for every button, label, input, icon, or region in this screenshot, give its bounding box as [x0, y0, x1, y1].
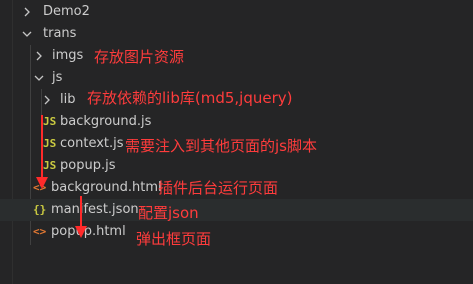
- js-file-icon: JS: [43, 137, 57, 150]
- tree-item-manifest-json[interactable]: {} manifest.json: [0, 199, 473, 221]
- tree-item-label: js: [52, 70, 63, 85]
- chevron-right-icon: [22, 1, 36, 17]
- tree-item-popup-js[interactable]: JS popup.js: [0, 155, 473, 177]
- json-file-icon: {}: [33, 203, 47, 216]
- tree-item-demo2[interactable]: Demo2: [0, 1, 473, 23]
- tree-item-js[interactable]: js: [0, 67, 473, 89]
- annotation-popup: 弹出框页面: [136, 230, 212, 248]
- tree-item-label: lib: [60, 92, 76, 107]
- tree-item-label: Demo2: [43, 4, 90, 19]
- file-explorer: Demo2 trans imgs js lib JS background.js…: [0, 0, 473, 284]
- tree-item-label: manifest.json: [51, 202, 139, 217]
- annotation-manifest: 配置json: [138, 204, 199, 222]
- tree-item-label: imgs: [52, 48, 84, 63]
- html-file-icon: <>: [33, 181, 47, 194]
- tree-item-imgs[interactable]: imgs: [0, 45, 473, 67]
- tree-item-background-js[interactable]: JS background.js: [0, 111, 473, 133]
- tree-item-label: popup.js: [60, 158, 116, 173]
- tree-item-label: background.js: [60, 114, 152, 129]
- chevron-down-icon: [22, 23, 36, 39]
- tree-item-label: trans: [43, 26, 77, 41]
- tree-item-label: context.js: [60, 136, 124, 151]
- tree-item-popup-html[interactable]: <> popup.html: [0, 221, 473, 243]
- js-file-icon: JS: [43, 159, 57, 172]
- chevron-down-icon: [34, 67, 48, 83]
- tree-item-label: popup.html: [51, 224, 126, 239]
- chevron-right-icon: [34, 45, 48, 61]
- annotation-lib: 存放依赖的lib库(md5,jquery): [87, 89, 293, 107]
- js-file-icon: JS: [43, 115, 57, 128]
- tree-item-label: background.html: [51, 180, 162, 195]
- tree-item-trans[interactable]: trans: [0, 23, 473, 45]
- html-file-icon: <>: [33, 225, 47, 238]
- annotation-background: 插件后台运行页面: [158, 179, 279, 197]
- annotation-scripts: 需要注入到其他页面的js脚本: [125, 137, 317, 155]
- annotation-imgs: 存放图片资源: [94, 48, 185, 66]
- chevron-right-icon: [42, 89, 56, 105]
